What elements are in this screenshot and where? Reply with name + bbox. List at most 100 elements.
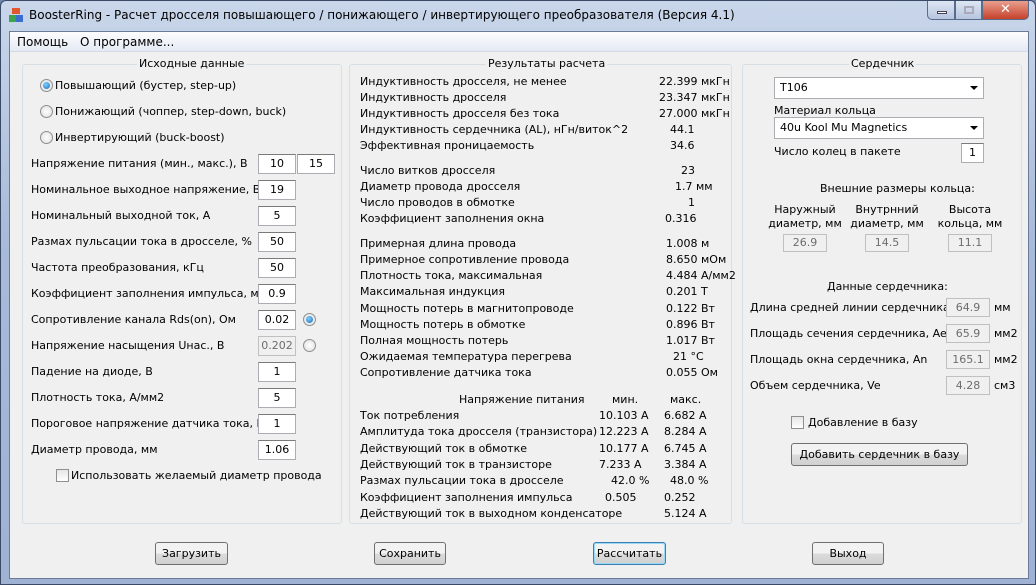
core-type-select[interactable]: T106 xyxy=(774,77,984,99)
core-data-unit: см3 xyxy=(994,379,1016,392)
menu-about[interactable]: О программе... xyxy=(80,35,174,49)
menu-help[interactable]: Помощь xyxy=(17,35,68,49)
field-radio[interactable] xyxy=(303,313,316,326)
result-value: 4.484 А/мм2 xyxy=(666,269,736,282)
result-value: 0.896 Вт xyxy=(666,318,715,331)
result-label: Максимальная индукция xyxy=(360,285,506,298)
maximize-icon xyxy=(964,6,974,14)
result-value: 1 xyxy=(688,196,695,209)
supply-row-label: Размах пульсации тока в дросселе xyxy=(360,474,564,488)
dim-value: 26.9 xyxy=(783,234,827,252)
load-button[interactable]: Загрузить xyxy=(155,542,228,565)
supply-row-label: Ток потребления xyxy=(360,409,460,422)
supply-row-min: 7.233 А xyxy=(599,457,642,471)
app-icon xyxy=(9,8,23,22)
exit-button[interactable]: Выход xyxy=(812,542,884,565)
minimize-icon xyxy=(937,11,947,14)
minimize-button[interactable] xyxy=(927,1,955,20)
min-header: мин. xyxy=(612,393,639,406)
field-radio[interactable] xyxy=(303,339,316,352)
material-select[interactable]: 40u Kool Mu Magnetics xyxy=(774,117,984,139)
result-value: 8.650 мОм xyxy=(666,253,727,266)
add-to-db-checkbox[interactable] xyxy=(791,416,804,429)
core-data-label: Длина средней линии сердечника, le xyxy=(750,301,967,314)
supply-row-label: Амплитуда тока дросселя (транзистора) xyxy=(360,425,598,439)
field-input[interactable]: 19 xyxy=(258,180,296,200)
field-input[interactable]: 0.9 xyxy=(258,284,296,304)
field-input[interactable]: 0.02 xyxy=(258,310,296,330)
field-input[interactable]: 10 xyxy=(258,154,296,174)
result-value: 0.201 Т xyxy=(666,285,708,298)
core-data-label: Площадь сечения сердечника, Ae xyxy=(750,327,947,340)
result-label: Коэффициент заполнения окна xyxy=(360,212,545,225)
field-label: Пороговое напряжение датчика тока, В xyxy=(31,417,265,430)
result-label: Диаметр провода дросселя xyxy=(360,180,521,193)
chevron-down-icon xyxy=(970,126,978,130)
group-title: Сердечник xyxy=(849,57,917,70)
core-data-unit: мм xyxy=(994,301,1011,314)
field-input[interactable]: 50 xyxy=(258,258,296,278)
supply-row-max: 6.682 А xyxy=(664,409,707,422)
mode-radio[interactable] xyxy=(40,131,53,144)
field-input[interactable]: 1.06 xyxy=(258,440,296,460)
mode-label: Инвертирующий (buck-boost) xyxy=(55,131,225,144)
result-value: 1.008 м xyxy=(666,237,710,250)
result-label: Число витков дросселя xyxy=(360,164,496,177)
result-label: Ожидаемая температура перегрева xyxy=(360,350,572,363)
window-title: BoosterRing - Расчет дросселя повышающег… xyxy=(29,8,735,22)
dim-label-line1: Внутрнний xyxy=(855,203,919,216)
result-label: Число проводов в обмотке xyxy=(360,196,515,209)
mode-radio[interactable] xyxy=(40,105,53,118)
result-label: Индуктивность дросселя, не менее xyxy=(360,75,567,88)
field-input[interactable]: 5 xyxy=(258,388,296,408)
save-button[interactable]: Сохранить xyxy=(374,542,446,565)
menu-bar: Помощь О программе... xyxy=(10,32,1028,52)
field-label: Частота преобразования, кГц xyxy=(31,261,204,274)
supply-row-min: 0.505 xyxy=(605,490,637,504)
result-label: Мощность потерь в магнитопроводе xyxy=(360,302,574,315)
result-label: Полная мощность потерь xyxy=(360,334,509,347)
rings-input[interactable]: 1 xyxy=(961,143,984,163)
core-data-title: Данные сердечника: xyxy=(827,280,948,293)
maximize-button[interactable] xyxy=(955,1,982,20)
core-data-unit: мм2 xyxy=(994,353,1018,366)
supply-row-max: 0.252 xyxy=(664,490,696,504)
field-input[interactable]: 5 xyxy=(258,206,296,226)
result-label: Примерное сопротивление провода xyxy=(360,253,570,266)
field-label: Номинальный выходной ток, А xyxy=(31,209,211,222)
mode-label: Повышающий (бустер, step-up) xyxy=(55,79,237,92)
supply-row-label: Действующий ток в транзисторе xyxy=(360,457,552,471)
supply-row-min: 10.103 А xyxy=(599,409,649,422)
use-diameter-checkbox[interactable] xyxy=(56,469,69,482)
supply-row-label: Действующий ток в обмотке xyxy=(360,441,527,455)
mode-label: Понижающий (чоппер, step-down, buck) xyxy=(55,105,287,118)
field-label: Плотность тока, А/мм2 xyxy=(31,391,165,404)
field-label: Номинальное выходное напряжение, В xyxy=(31,183,261,196)
result-label: Плотность тока, максимальная xyxy=(360,269,543,282)
core-data-label: Площадь окна сердечника, An xyxy=(750,353,928,366)
result-label: Примерная длина провода xyxy=(360,237,517,250)
rings-label: Число колец в пакете xyxy=(774,145,901,158)
use-diameter-label: Использовать желаемый диаметр провода xyxy=(71,469,322,482)
field-input[interactable]: 0.202 xyxy=(258,336,296,356)
close-button[interactable]: ✕ xyxy=(982,1,1029,20)
max-header: макс. xyxy=(670,393,702,406)
result-value: 1.017 Вт xyxy=(666,334,715,347)
supply-row-max: 48.0 % xyxy=(670,474,709,488)
add-core-button[interactable]: Добавить сердечник в базу xyxy=(791,443,968,466)
add-to-db-label: Добавление в базу xyxy=(808,416,918,429)
field-label: Падение на диоде, В xyxy=(31,365,153,378)
result-value: 0.055 Ом xyxy=(666,366,718,379)
field-input-max[interactable]: 15 xyxy=(297,154,335,174)
field-input[interactable]: 50 xyxy=(258,232,296,252)
field-label: Коэффициент заполнения импульса, макс. xyxy=(31,287,282,300)
field-label: Размах пульсации тока в дросселе, % xyxy=(31,235,252,248)
mode-radio[interactable] xyxy=(40,79,53,92)
result-value: 0.316 xyxy=(665,212,697,225)
field-input[interactable]: 1 xyxy=(258,414,296,434)
result-label: Сопротивление датчика тока xyxy=(360,366,532,379)
field-label: Диаметр провода, мм xyxy=(31,443,158,456)
field-input[interactable]: 1 xyxy=(258,362,296,382)
calculate-button[interactable]: Рассчитать xyxy=(593,542,666,565)
dim-label-line2: диаметр, мм xyxy=(768,217,842,230)
